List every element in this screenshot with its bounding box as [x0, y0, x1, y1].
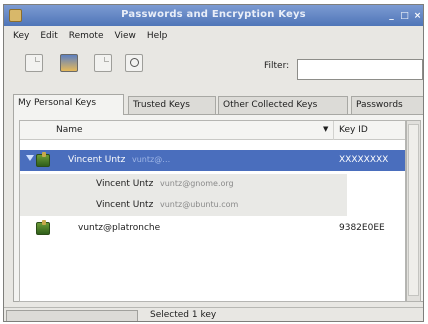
tab-passwords[interactable]: Passwords	[351, 96, 423, 114]
tab-bar: My Personal Keys Trusted Keys Other Coll…	[13, 94, 423, 115]
key-row[interactable]: vuntz@platronche 9382E0EE	[20, 218, 405, 239]
maximize-icon[interactable]: □	[399, 10, 410, 21]
status-text: Selected 1 key	[150, 310, 217, 320]
new-key-icon[interactable]	[25, 54, 43, 72]
keys-panel: Name ▼ Key ID Vincent Untz vuntz@… XXXXX…	[13, 114, 423, 302]
menu-edit[interactable]: Edit	[40, 31, 57, 41]
uid-row[interactable]: Vincent Untz vuntz@gnome.org	[20, 174, 347, 195]
key-tree[interactable]: Name ▼ Key ID Vincent Untz vuntz@… XXXXX…	[19, 120, 406, 302]
uid-email: vuntz@ubuntu.com	[160, 200, 239, 209]
key-email: vuntz@…	[132, 155, 171, 164]
key-row[interactable]: Vincent Untz vuntz@… XXXXXXXX	[20, 150, 405, 171]
page-fold	[35, 57, 40, 62]
scrollbar-thumb[interactable]	[408, 124, 419, 296]
document-icon[interactable]	[94, 54, 112, 72]
filter-input[interactable]	[297, 59, 423, 80]
menu-remote[interactable]: Remote	[69, 31, 104, 41]
vertical-scrollbar[interactable]	[406, 120, 421, 302]
minimize-icon[interactable]: _	[386, 10, 397, 21]
menu-bar: Key Edit Remote View Help	[4, 26, 423, 46]
uid-row[interactable]: Vincent Untz vuntz@ubuntu.com	[20, 195, 347, 216]
menu-help[interactable]: Help	[147, 31, 168, 41]
column-separator	[333, 121, 334, 140]
menu-key[interactable]: Key	[13, 31, 29, 41]
tree-header: Name ▼ Key ID	[20, 121, 405, 140]
uid-name: Vincent Untz	[96, 200, 154, 210]
key-id: XXXXXXXX	[339, 155, 389, 165]
tab-trusted-keys[interactable]: Trusted Keys	[128, 96, 216, 114]
tab-my-personal-keys[interactable]: My Personal Keys	[13, 94, 124, 115]
find-remote-keys-icon[interactable]	[125, 54, 143, 72]
column-keyid-header[interactable]: Key ID	[339, 125, 368, 135]
main-window: Passwords and Encryption Keys _ □ × Key …	[3, 4, 424, 322]
expander-arrow-icon[interactable]	[26, 155, 34, 161]
menu-view[interactable]: View	[115, 31, 136, 41]
keys-icon[interactable]	[60, 54, 78, 72]
title-bar[interactable]: Passwords and Encryption Keys _ □ ×	[4, 5, 423, 26]
tab-other-collected-keys[interactable]: Other Collected Keys	[218, 96, 348, 114]
key-id: 9382E0EE	[339, 223, 385, 233]
window-title: Passwords and Encryption Keys	[121, 9, 306, 20]
page-fold	[104, 57, 109, 62]
key-name: vuntz@platronche	[78, 223, 161, 233]
uid-name: Vincent Untz	[96, 179, 154, 189]
key-name: Vincent Untz	[68, 155, 126, 165]
column-name-header[interactable]: Name	[56, 125, 83, 135]
progress-bar	[6, 310, 138, 321]
uid-email: vuntz@gnome.org	[160, 179, 234, 188]
sort-arrow-icon: ▼	[323, 125, 329, 133]
filter-label: Filter:	[264, 61, 290, 71]
personal-key-icon	[36, 152, 50, 167]
close-icon[interactable]: ×	[412, 10, 423, 21]
status-bar: Selected 1 key	[4, 307, 423, 321]
personal-key-icon	[36, 220, 50, 235]
